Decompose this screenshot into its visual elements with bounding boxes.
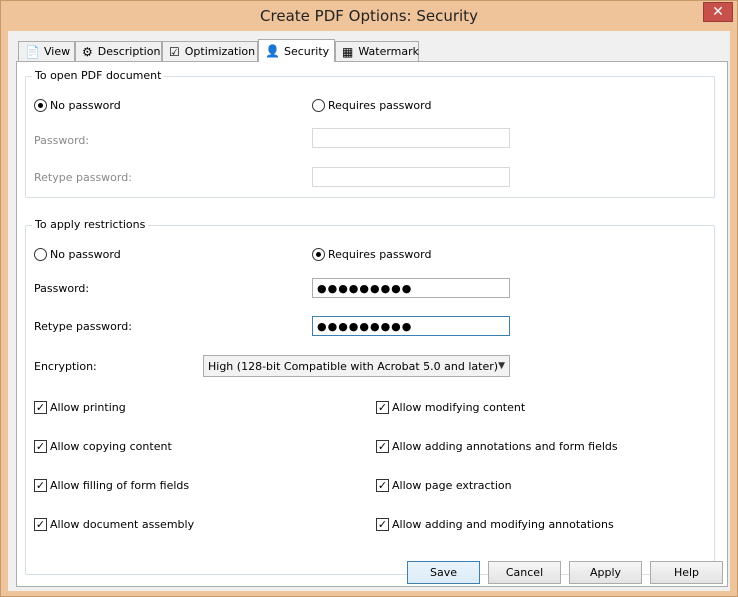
open-no-password-radio[interactable]: No password bbox=[34, 99, 121, 112]
dialog-client: 📄 View ⚙ Description ☑ Optimization 👤 Se… bbox=[8, 31, 730, 591]
allow-annotations-forms-checkbox[interactable]: ✓ Allow adding annotations and form fiel… bbox=[376, 440, 618, 453]
open-requires-password-radio[interactable]: Requires password bbox=[312, 99, 431, 112]
close-button[interactable]: ✕ bbox=[703, 2, 733, 22]
radio-dot bbox=[312, 99, 325, 112]
gear-icon: ⚙ bbox=[82, 44, 93, 59]
allow-annotations-checkbox[interactable]: ✓ Allow adding and modifying annotations bbox=[376, 518, 614, 531]
checkbox-label: Allow modifying content bbox=[392, 401, 526, 414]
open-retype-field[interactable] bbox=[312, 167, 510, 187]
radio-dot bbox=[312, 248, 325, 261]
restrict-retype-label: Retype password: bbox=[34, 320, 132, 333]
watermark-icon: ▦ bbox=[342, 44, 354, 59]
radio-dot bbox=[34, 99, 47, 112]
tab-label: Description bbox=[97, 45, 161, 58]
checkmark-icon: ✓ bbox=[376, 518, 389, 531]
restrictions-group: To apply restrictions No password Requir… bbox=[25, 218, 715, 575]
checkmark-icon: ✓ bbox=[34, 479, 47, 492]
dialog-window: Create PDF Options: Security ✕ 📄 View ⚙ … bbox=[0, 0, 738, 597]
tab-label: Security bbox=[284, 44, 330, 58]
open-password-field[interactable] bbox=[312, 128, 510, 148]
checkbox-label: Allow page extraction bbox=[392, 479, 512, 492]
restrict-password-label: Password: bbox=[34, 282, 90, 295]
encryption-label: Encryption: bbox=[34, 360, 97, 373]
allow-form-filling-checkbox[interactable]: ✓ Allow filling of form fields bbox=[34, 479, 189, 492]
save-button[interactable]: Save bbox=[407, 561, 480, 584]
apply-button[interactable]: Apply bbox=[569, 561, 642, 584]
checkbox-label: Allow printing bbox=[50, 401, 126, 414]
checklist-icon: ☑ bbox=[169, 44, 180, 59]
allow-assembly-checkbox[interactable]: ✓ Allow document assembly bbox=[34, 518, 194, 531]
security-panel: To open PDF document No password Require… bbox=[16, 61, 728, 587]
tab-label: Optimization bbox=[184, 45, 256, 58]
tab-view[interactable]: 📄 View bbox=[18, 41, 75, 61]
allow-modifying-checkbox[interactable]: ✓ Allow modifying content bbox=[376, 401, 525, 414]
checkbox-label: Allow document assembly bbox=[50, 518, 195, 531]
title-bar[interactable]: Create PDF Options: Security ✕ bbox=[1, 1, 737, 31]
help-button[interactable]: Help bbox=[650, 561, 723, 584]
restrict-no-password-radio[interactable]: No password bbox=[34, 248, 121, 261]
open-password-label: Password: bbox=[34, 134, 90, 147]
checkbox-label: Allow copying content bbox=[50, 440, 172, 453]
allow-printing-checkbox[interactable]: ✓ Allow printing bbox=[34, 401, 126, 414]
tab-watermark[interactable]: ▦ Watermark bbox=[335, 41, 419, 61]
tab-security[interactable]: 👤 Security bbox=[258, 39, 335, 62]
tab-label: Watermark bbox=[358, 45, 420, 58]
checkmark-icon: ✓ bbox=[376, 401, 389, 414]
restrict-password-field[interactable]: ●●●●●●●●● bbox=[312, 278, 510, 298]
allow-copying-checkbox[interactable]: ✓ Allow copying content bbox=[34, 440, 172, 453]
checkmark-icon: ✓ bbox=[376, 479, 389, 492]
tab-description[interactable]: ⚙ Description bbox=[75, 41, 162, 61]
checkmark-icon: ✓ bbox=[34, 440, 47, 453]
chevron-down-icon: ▼ bbox=[498, 361, 505, 371]
group-title: To open PDF document bbox=[32, 69, 165, 82]
allow-page-extraction-checkbox[interactable]: ✓ Allow page extraction bbox=[376, 479, 512, 492]
restrict-retype-field[interactable]: ●●●●●●●●● bbox=[312, 316, 510, 336]
radio-label: No password bbox=[50, 99, 121, 112]
restrict-requires-password-radio[interactable]: Requires password bbox=[312, 248, 431, 261]
encryption-select[interactable]: High (128-bit Compatible with Acrobat 5.… bbox=[203, 355, 510, 377]
radio-label: No password bbox=[50, 248, 121, 261]
checkbox-label: Allow adding annotations and form fields bbox=[392, 440, 618, 453]
radio-dot bbox=[34, 248, 47, 261]
checkbox-label: Allow filling of form fields bbox=[50, 479, 190, 492]
checkmark-icon: ✓ bbox=[34, 401, 47, 414]
tab-optimization[interactable]: ☑ Optimization bbox=[162, 41, 258, 61]
checkbox-label: Allow adding and modifying annotations bbox=[392, 518, 614, 531]
cancel-button[interactable]: Cancel bbox=[488, 561, 561, 584]
radio-label: Requires password bbox=[328, 248, 432, 261]
document-icon: 📄 bbox=[25, 44, 40, 59]
tab-label: View bbox=[44, 45, 71, 58]
group-title: To apply restrictions bbox=[32, 218, 149, 231]
user-lock-icon: 👤 bbox=[265, 44, 280, 58]
open-document-group: To open PDF document No password Require… bbox=[25, 69, 715, 198]
open-retype-label: Retype password: bbox=[34, 171, 132, 184]
window-title: Create PDF Options: Security bbox=[260, 7, 478, 25]
checkmark-icon: ✓ bbox=[376, 440, 389, 453]
radio-label: Requires password bbox=[328, 99, 432, 112]
checkmark-icon: ✓ bbox=[34, 518, 47, 531]
encryption-value: High (128-bit Compatible with Acrobat 5.… bbox=[208, 359, 499, 373]
